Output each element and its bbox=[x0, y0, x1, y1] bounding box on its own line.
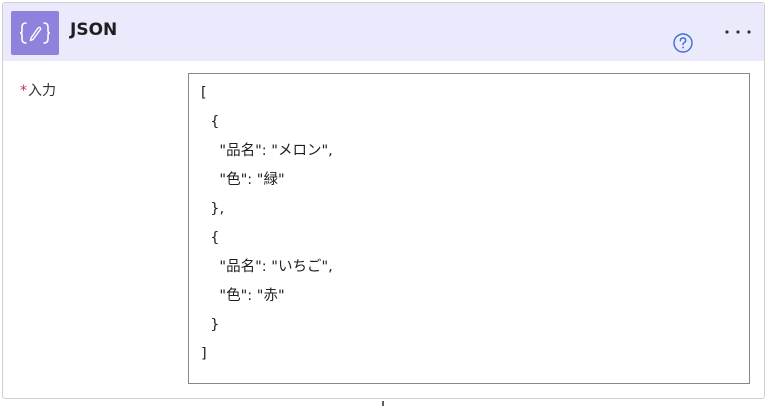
code-line: "品名": "いちご", bbox=[201, 259, 333, 275]
help-circle-icon[interactable] bbox=[672, 32, 694, 54]
json-input-textarea[interactable]: [ { "品名": "メロン", "色": "緑" }, { "品名": "いち… bbox=[188, 73, 750, 384]
code-line: } bbox=[201, 317, 220, 333]
required-indicator: * bbox=[20, 83, 27, 99]
action-header[interactable]: JSON bbox=[3, 3, 764, 61]
code-line: "色": "緑" bbox=[201, 172, 285, 188]
connector-line bbox=[382, 401, 384, 406]
action-title: JSON bbox=[70, 20, 118, 40]
code-line: }, bbox=[201, 201, 225, 217]
more-ellipsis-icon[interactable] bbox=[721, 24, 755, 40]
input-label-text: 入力 bbox=[28, 83, 56, 99]
code-line: "色": "赤" bbox=[201, 288, 285, 304]
json-action-icon bbox=[11, 11, 59, 55]
json-curly-braces-icon bbox=[19, 22, 51, 44]
code-line: { bbox=[201, 114, 220, 130]
code-line: "品名": "メロン", bbox=[201, 143, 333, 159]
code-line: { bbox=[201, 230, 220, 246]
input-field-label: *入力 bbox=[20, 80, 56, 100]
code-line: [ bbox=[201, 85, 207, 101]
action-card: JSON *入力 [ { "品名": "メロン", "色": "緑" }, { … bbox=[2, 2, 765, 399]
code-line: ] bbox=[201, 346, 207, 362]
